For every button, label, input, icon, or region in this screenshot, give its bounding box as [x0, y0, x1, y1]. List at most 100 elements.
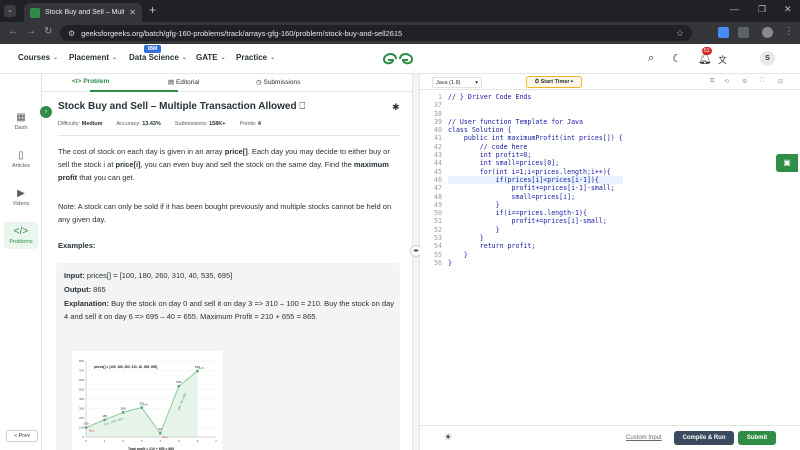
line-number: 47 — [434, 184, 442, 193]
nav-courses[interactable]: Courses ⌄ — [18, 53, 58, 62]
chart-annotation: Sell — [198, 366, 204, 370]
left-rail: ▦ Dash ▯ Articles ▶ Videos </> Problems — [0, 74, 42, 450]
x-tick-label: 3 — [141, 439, 143, 443]
x-tick-label: 7 — [215, 439, 217, 443]
custom-input-link[interactable]: Custom Input — [626, 435, 662, 441]
accuracy-label: Accuracy: — [116, 121, 141, 127]
chevron-down-icon: ⌄ — [112, 55, 118, 61]
start-timer-button[interactable]: ⏱ Start Timer ▸ — [526, 76, 582, 88]
gfg-logo[interactable] — [380, 52, 416, 66]
extension-icon[interactable] — [718, 27, 729, 38]
desc-text: The cost of stock on each day is given i… — [58, 147, 225, 156]
report-bug-icon[interactable]: ✱ — [392, 102, 400, 113]
bookmark-star-icon[interactable]: ☆ — [676, 28, 684, 39]
data-point — [121, 410, 125, 414]
extensions-puzzle-icon[interactable] — [738, 27, 749, 38]
y-tick-label: 0 — [82, 435, 84, 439]
desc-text: , you can even buy and sell the stock on… — [140, 159, 354, 169]
data-point — [84, 426, 88, 429]
nav-practice[interactable]: Practice ⌄ — [236, 53, 275, 62]
lightbulb-icon[interactable]: ☀ — [444, 432, 452, 443]
line-number: 44 — [434, 159, 442, 168]
code-line: // code here — [448, 142, 528, 151]
y-tick-label: 800 — [79, 359, 84, 363]
tab-search-icon[interactable]: ⌄ — [4, 5, 16, 17]
language-select[interactable]: Java (1.8) ▾ — [432, 77, 482, 88]
site-info-icon[interactable]: ⚙ — [68, 29, 75, 38]
timer-icon: ⏱ — [534, 79, 540, 85]
rail-item-videos[interactable]: ▶ Videos — [0, 188, 42, 207]
rail-item-dash[interactable]: ▦ Dash — [0, 112, 42, 131]
settings-icon[interactable]: ⚙ — [742, 78, 747, 85]
tab-problem[interactable]: </> Problem — [72, 78, 109, 85]
restore-icon[interactable]: ❐ — [758, 4, 766, 15]
fullscreen-icon[interactable]: ⛶ — [760, 78, 764, 85]
browser-menu-icon[interactable]: ⋮ — [784, 26, 794, 37]
data-label: 260 — [121, 406, 126, 410]
x-tick-label: 1 — [104, 439, 106, 443]
expand-sidebar-icon[interactable]: › — [40, 106, 52, 118]
desc-bold: price[] — [224, 147, 248, 156]
reload-icon[interactable]: ↻ — [44, 26, 52, 37]
accuracy-value: 13.43% — [142, 121, 161, 127]
points-label: Points: — [239, 121, 257, 127]
profile-icon[interactable] — [762, 27, 773, 38]
chat-icon[interactable]: ▣ — [776, 154, 798, 172]
panel-divider[interactable] — [412, 74, 420, 450]
nav-gate[interactable]: GATE ⌄ — [196, 53, 226, 62]
rail-item-problems[interactable]: </> Problems — [4, 222, 38, 249]
forward-icon[interactable]: → — [26, 26, 36, 37]
nav-placement[interactable]: Placement ⌄ — [69, 53, 117, 62]
data-label: 535 — [176, 380, 181, 384]
chart-title: prices[] = [100, 180, 260, 310, 40, 535,… — [94, 365, 157, 369]
compile-run-button[interactable]: Compile & Run — [674, 431, 734, 445]
reset-icon[interactable]: ⟲ — [724, 78, 729, 85]
minimize-icon[interactable]: — — [730, 4, 739, 14]
search-icon[interactable]: ⌕ — [648, 52, 654, 65]
new-tab-icon[interactable]: + — [149, 3, 156, 17]
x-tick-label: 5 — [178, 439, 180, 443]
dark-mode-icon[interactable]: ☾ — [672, 52, 682, 65]
nav-gate-label: GATE — [196, 53, 218, 62]
code-area[interactable]: // } Driver Code Ends // User function Te… — [448, 93, 623, 267]
line-number: 37 — [434, 101, 442, 110]
prev-button[interactable]: « Prev — [6, 430, 38, 442]
line-number: 46 — [434, 175, 442, 184]
submissions-label: Submissions: — [174, 121, 208, 127]
editor-footer: ☀ Custom Input Compile & Run Submit — [420, 425, 800, 450]
rail-item-articles[interactable]: ▯ Articles — [0, 150, 42, 169]
collapse-icon[interactable]: ⊟ — [778, 78, 783, 85]
y-tick-label: 700 — [79, 369, 84, 373]
code-line: if(prices[i]<prices[i-1]){ — [448, 175, 623, 185]
active-tab-indicator — [90, 90, 178, 92]
avatar[interactable]: S — [760, 51, 775, 66]
submissions-value: 158K+ — [209, 121, 226, 127]
tab-submissions[interactable]: ◷ Submissions — [256, 78, 300, 86]
copy-icon[interactable]: ⧉ — [710, 78, 714, 85]
close-tab-icon[interactable]: ✕ — [129, 8, 136, 17]
site-header: Courses ⌄ Placement ⌄ IBM Data Science ⌄ GA… — [0, 44, 800, 74]
tab-editorial[interactable]: ▤ Editorial — [168, 78, 199, 86]
address-bar[interactable]: ⚙ geeksforgeeks.org/batch/gfg-160-proble… — [60, 25, 692, 41]
x-tick-label: 0 — [85, 439, 87, 443]
code-line: return profit; — [448, 242, 536, 251]
browser-tab[interactable]: Stock Buy and Sell – Multiple Tr ✕ — [24, 3, 142, 22]
chart-annotation: Buy — [89, 429, 95, 433]
code-editor[interactable]: 1 37 38 39 40 41 42 43 44 45 46 47 48 49 50 51 52 53 54 55 5… — [420, 90, 800, 420]
rail-item-label: Articles — [11, 163, 31, 169]
submit-button[interactable]: Submit — [738, 431, 776, 445]
x-tick-label: 6 — [197, 439, 199, 443]
bookmark-icon[interactable]: ⎕ — [299, 101, 305, 112]
translate-icon[interactable]: 文 — [718, 53, 727, 66]
nav-data-science[interactable]: Data Science ⌄ — [129, 53, 187, 62]
code-line: class Solution { — [448, 126, 512, 135]
back-icon[interactable]: ← — [8, 26, 18, 37]
data-label: 100 — [83, 422, 88, 426]
code-line: small=prices[i]; — [448, 192, 576, 201]
line-number: 52 — [434, 225, 442, 234]
line-number: 39 — [434, 117, 442, 126]
code-line: } — [448, 250, 468, 259]
example-chart: 0 100 200 300 400 500 600 700 800 0 1 2 3 4 5 6 7 100 180 2… — [72, 351, 222, 450]
close-window-icon[interactable]: ✕ — [784, 4, 792, 15]
